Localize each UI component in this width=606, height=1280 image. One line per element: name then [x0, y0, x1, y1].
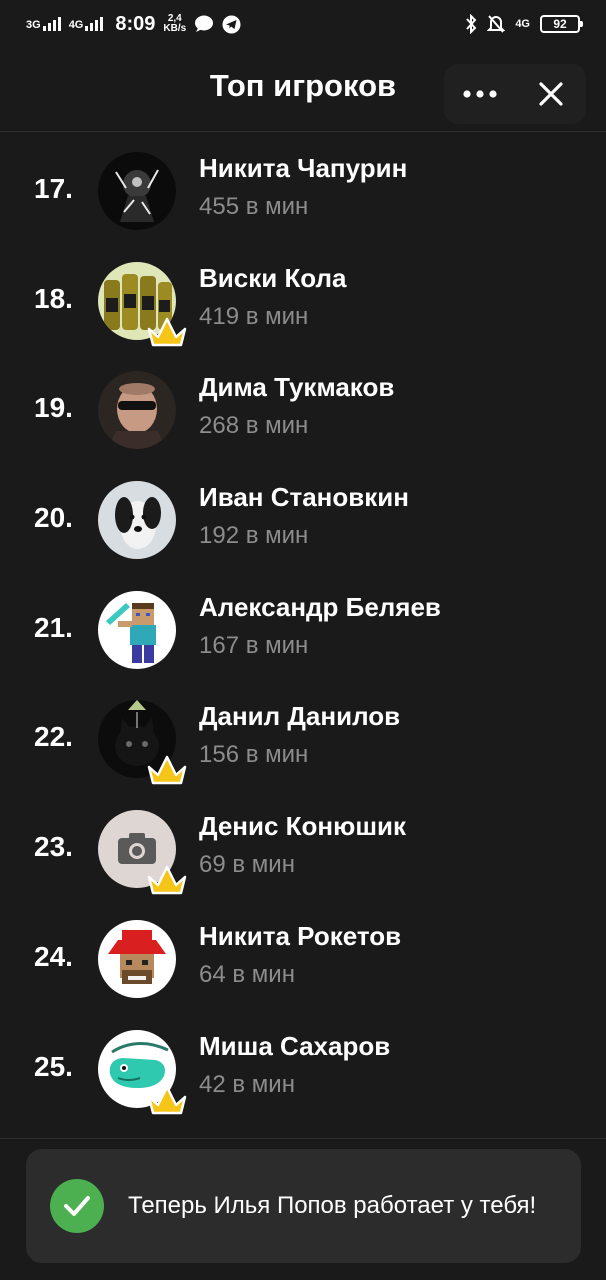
player-list: 17. Никита Чапурин 455 в мин 18. Виски К… — [0, 133, 606, 1120]
player-name: Денис Конюшик — [199, 811, 406, 842]
player-stat: 167 в мин — [199, 631, 309, 659]
avatar — [98, 371, 176, 450]
speed-unit: KB/s — [163, 23, 187, 34]
avatar — [98, 919, 176, 998]
check-circle-icon — [50, 1179, 104, 1233]
telegram-icon — [222, 15, 241, 34]
crown-icon — [147, 1085, 187, 1114]
bluetooth-icon — [465, 14, 477, 34]
player-rank: 19. — [34, 392, 73, 424]
player-stat: 455 в мин — [199, 193, 309, 220]
battery-icon: 92 — [540, 15, 583, 33]
chat-bubble-icon — [194, 15, 214, 33]
toast-notification[interactable]: Теперь Илья Попов работает у тебя! — [26, 1149, 581, 1263]
player-name: Данил Данилов — [199, 701, 401, 732]
player-stat: 268 в мин — [199, 412, 309, 440]
player-rank: 24. — [34, 940, 73, 972]
player-stat: 69 в мин — [199, 851, 295, 879]
player-name: Александр Беляев — [199, 591, 441, 622]
player-rank: 20. — [34, 502, 73, 534]
player-stat: 156 в мин — [199, 741, 309, 769]
signal-3g: 3G — [26, 17, 61, 31]
player-rank: 23. — [34, 831, 73, 863]
player-row[interactable]: 18. Виски Кола 419 в мин — [0, 243, 606, 353]
status-bar: 3G 4G 8:09 2,4 KB/s 4G 92 — [0, 0, 606, 48]
network-label: 4G — [68, 19, 84, 31]
crown-icon — [147, 317, 187, 346]
player-stat: 192 в мин — [199, 522, 309, 550]
close-icon — [538, 82, 563, 106]
player-row[interactable]: 21. Александр Беляев 167 в мин — [0, 572, 606, 682]
close-button[interactable] — [515, 64, 586, 124]
more-dots-icon — [462, 90, 497, 98]
player-rank: 25. — [34, 1050, 73, 1082]
player-stat: 419 в мин — [199, 302, 309, 330]
player-stat: 42 в мин — [199, 1070, 295, 1098]
header-actions — [444, 64, 586, 124]
status-time: 8:09 — [115, 12, 156, 35]
mute-bell-icon — [487, 14, 506, 34]
battery-level: 92 — [553, 17, 567, 31]
avatar — [98, 481, 176, 560]
player-name: Дима Тукмаков — [199, 372, 395, 403]
player-name: Никита Чапурин — [199, 153, 408, 183]
player-rank: 17. — [34, 173, 73, 204]
toast-message: Теперь Илья Попов работает у тебя! — [128, 1192, 537, 1219]
network-4g-label: 4G — [515, 18, 530, 30]
more-button[interactable] — [444, 64, 515, 124]
player-row[interactable]: 19. Дима Тукмаков 268 в мин — [0, 352, 606, 462]
player-rank: 21. — [34, 611, 73, 643]
crown-icon — [147, 756, 187, 785]
player-row[interactable]: 20. Иван Становкин 192 в мин — [0, 462, 606, 572]
network-speed: 2,4 KB/s — [163, 14, 186, 34]
signal-icon — [42, 17, 61, 31]
avatar — [98, 590, 176, 669]
avatar — [98, 152, 176, 230]
app-header: Топ игроков — [0, 48, 606, 132]
signal-icon — [85, 17, 104, 31]
player-rank: 18. — [34, 282, 73, 314]
crown-icon — [147, 865, 187, 895]
signal-4g: 4G — [69, 17, 104, 31]
player-rank: 22. — [34, 721, 73, 753]
player-name: Виски Кола — [199, 262, 347, 293]
player-row[interactable]: 17. Никита Чапурин 455 в мин — [0, 133, 606, 243]
player-stat: 64 в мин — [199, 960, 295, 988]
player-name: Никита Рокетов — [199, 920, 402, 951]
player-row[interactable]: 23. Денис Конюшик 69 в мин — [0, 791, 606, 901]
player-name: Иван Становкин — [199, 482, 409, 513]
divider — [0, 1138, 606, 1139]
player-name: Миша Сахаров — [199, 1030, 391, 1061]
player-row[interactable]: 24. Никита Рокетов 64 в мин — [0, 901, 606, 1011]
player-row[interactable]: 22. Данил Данилов 156 в мин — [0, 681, 606, 791]
player-row[interactable]: 25. Миша Сахаров 42 в мин — [0, 1011, 606, 1121]
network-label: 3G — [26, 19, 41, 31]
